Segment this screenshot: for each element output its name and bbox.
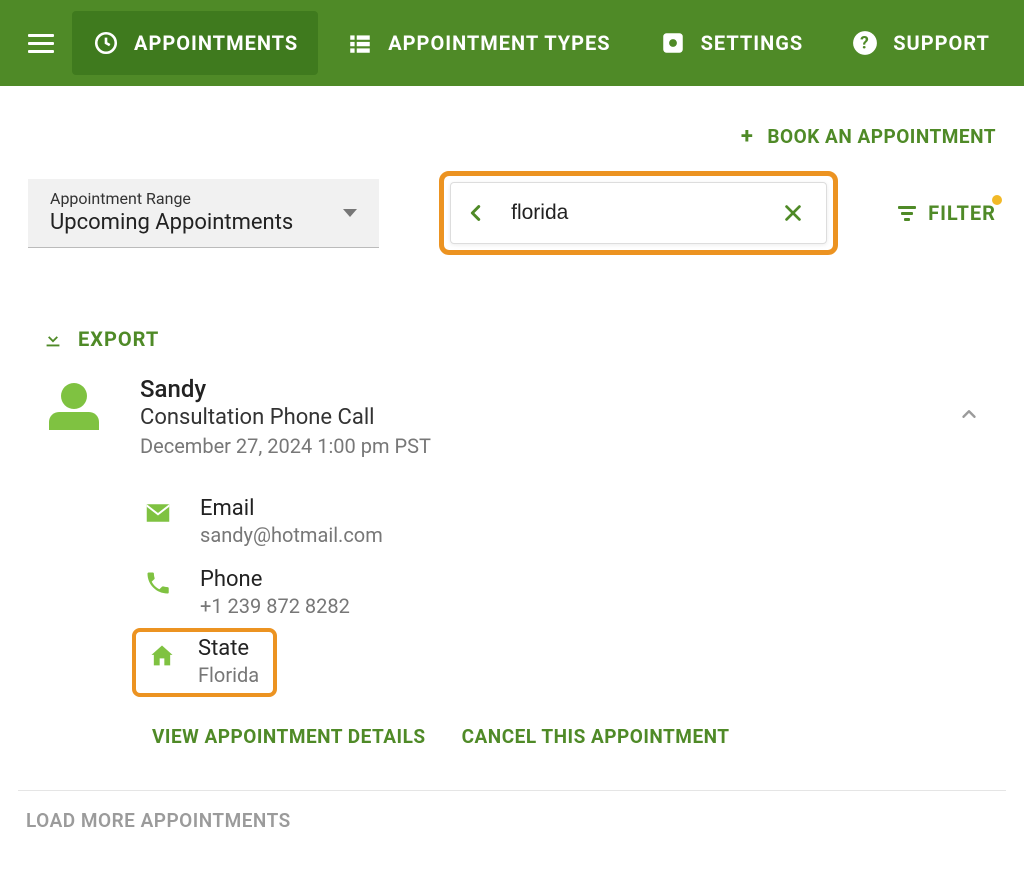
- nav-label: SETTINGS: [701, 31, 804, 55]
- nav-label: SUPPORT: [893, 31, 990, 55]
- state-value: Florida: [198, 663, 259, 687]
- nav-label: APPOINTMENTS: [134, 31, 298, 55]
- back-icon[interactable]: [465, 202, 493, 224]
- clock-icon: [92, 29, 120, 57]
- phone-value: +1 239 872 8282: [200, 594, 350, 618]
- appointment-card: Sandy Consultation Phone Call December 2…: [28, 375, 996, 748]
- range-value: Upcoming Appointments: [50, 210, 363, 235]
- detail-email: Email sandy@hotmail.com: [140, 486, 958, 557]
- detail-phone: Phone +1 239 872 8282: [140, 557, 958, 628]
- email-icon: [140, 498, 176, 528]
- view-details-button[interactable]: VIEW APPOINTMENT DETAILS: [152, 725, 426, 748]
- range-label: Appointment Range: [50, 189, 363, 208]
- filter-icon: [898, 206, 916, 221]
- clear-icon[interactable]: [782, 202, 812, 224]
- nav-settings[interactable]: SETTINGS: [639, 11, 824, 75]
- state-highlight: State Florida: [132, 628, 277, 697]
- export-button[interactable]: EXPORT: [42, 327, 996, 351]
- cancel-appointment-button[interactable]: CANCEL THIS APPOINTMENT: [462, 725, 730, 748]
- search-input[interactable]: [493, 201, 782, 225]
- list-icon: [346, 29, 374, 57]
- menu-icon[interactable]: [24, 26, 64, 61]
- appointment-range-select[interactable]: Appointment Range Upcoming Appointments: [28, 179, 379, 248]
- help-icon: ?: [851, 29, 879, 57]
- nav-appointments[interactable]: APPOINTMENTS: [72, 11, 318, 75]
- phone-icon: [140, 569, 176, 597]
- filter-badge: [992, 195, 1002, 205]
- filter-button[interactable]: FILTER: [898, 201, 996, 225]
- plus-icon: +: [741, 124, 754, 149]
- nav-label: APPOINTMENT TYPES: [388, 31, 610, 55]
- phone-label: Phone: [200, 567, 350, 592]
- email-label: Email: [200, 496, 383, 521]
- nav-support[interactable]: ? SUPPORT: [831, 11, 1010, 75]
- svg-text:?: ?: [860, 33, 870, 53]
- person-icon: [42, 383, 106, 748]
- chevron-down-icon: [343, 209, 357, 217]
- search-bar: [450, 182, 827, 244]
- export-label: EXPORT: [78, 327, 159, 351]
- home-icon: [144, 642, 180, 670]
- appointment-datetime: December 27, 2024 1:00 pm PST: [140, 434, 958, 458]
- load-more-button[interactable]: LOAD MORE APPOINTMENTS: [26, 809, 996, 832]
- nav-appointment-types[interactable]: APPOINTMENT TYPES: [326, 11, 630, 75]
- book-label: BOOK AN APPOINTMENT: [767, 125, 996, 148]
- download-icon: [42, 328, 64, 350]
- email-value: sandy@hotmail.com: [200, 523, 383, 547]
- divider: [18, 790, 1006, 791]
- collapse-icon[interactable]: [958, 403, 980, 748]
- appointment-name: Sandy: [140, 375, 958, 403]
- state-label: State: [198, 636, 259, 661]
- appointment-type: Consultation Phone Call: [140, 405, 958, 430]
- top-nav: APPOINTMENTS APPOINTMENT TYPES SETTINGS …: [0, 0, 1024, 86]
- search-highlight: [439, 171, 838, 255]
- book-appointment-button[interactable]: + BOOK AN APPOINTMENT: [741, 124, 996, 149]
- filter-label: FILTER: [928, 201, 996, 225]
- gear-icon: [659, 29, 687, 57]
